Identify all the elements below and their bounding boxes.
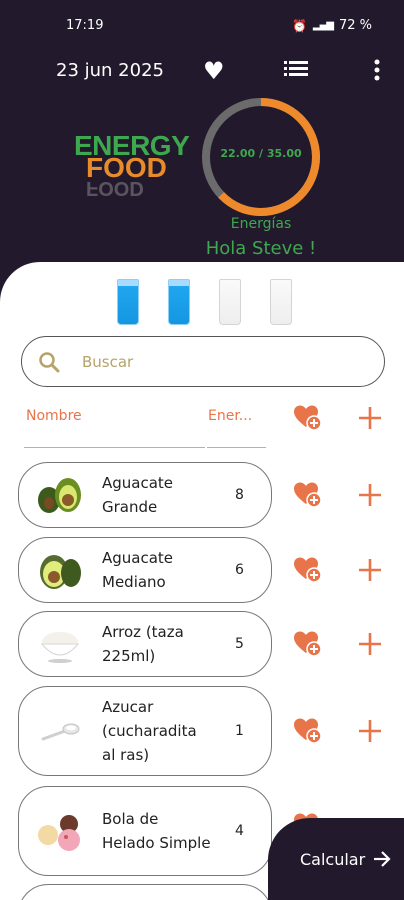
avocado-icon xyxy=(38,478,81,513)
column-header-name[interactable]: Nombre xyxy=(26,408,82,424)
status-time: 17:19 xyxy=(66,18,104,33)
battery-text: 72 % xyxy=(338,18,372,33)
avocado-half-icon xyxy=(40,555,81,589)
favorite-filter-icon[interactable] xyxy=(293,403,323,433)
food-name: Azucar (cucharadita al ras) xyxy=(102,698,197,764)
search-input[interactable]: Buscar xyxy=(21,336,385,387)
arrow-right-icon xyxy=(374,851,391,867)
add-favorite-icon[interactable] xyxy=(293,629,323,659)
food-energy: 8 xyxy=(235,487,244,503)
alarm-icon: ⏰ xyxy=(291,18,307,33)
logo-reflection: FOOD xyxy=(86,177,144,199)
food-card[interactable]: Aguacate Grande 8 xyxy=(18,462,272,528)
ice-cream-icon xyxy=(38,815,80,851)
food-energy: 4 xyxy=(235,823,244,839)
network-signal-icon: ▂▄▆ xyxy=(312,20,334,31)
food-energy: 6 xyxy=(235,562,244,578)
water-glass-icon[interactable] xyxy=(168,279,190,325)
name-column-underline xyxy=(24,447,205,448)
greeting-text: Hola Steve ! xyxy=(205,238,317,259)
column-header-energy[interactable]: Ener... xyxy=(208,408,252,424)
add-favorite-icon[interactable] xyxy=(293,480,323,510)
food-name: Aguacate Grande xyxy=(102,474,174,516)
food-card[interactable]: Azucar (cucharadita al ras) 1 xyxy=(18,686,272,776)
sugar-spoon-icon xyxy=(41,723,80,741)
food-card[interactable]: Aguacate Mediano 6 xyxy=(18,537,272,603)
calculate-button[interactable]: Calcular xyxy=(268,818,404,900)
water-glass-icon[interactable] xyxy=(270,279,292,325)
water-glass-icon[interactable] xyxy=(219,279,241,325)
energy-column-underline xyxy=(207,447,266,448)
food-card[interactable]: Arroz (taza 225ml) 5 xyxy=(18,611,272,677)
add-to-meal-icon[interactable] xyxy=(357,631,383,657)
status-bar: 17:19 ⏰ ▂▄▆ 72 % xyxy=(0,0,404,52)
favorites-heart-icon[interactable]: ♥ xyxy=(203,57,225,85)
food-energy: 1 xyxy=(235,723,244,739)
more-options-icon[interactable] xyxy=(372,58,382,86)
energias-label: Energías xyxy=(230,216,292,232)
energy-food-logo: ENERGY FOOD FOOD xyxy=(74,132,199,200)
food-name: Arroz (taza 225ml) xyxy=(102,623,184,665)
list-icon[interactable] xyxy=(284,58,308,84)
status-icons: ⏰ ▂▄▆ 72 % xyxy=(292,18,372,33)
water-glass-icon[interactable] xyxy=(117,279,139,325)
food-energy: 5 xyxy=(235,636,244,652)
food-name: Bola de Helado Simple xyxy=(102,810,211,852)
search-placeholder: Buscar xyxy=(82,352,134,371)
food-card[interactable] xyxy=(18,884,272,900)
calculate-label: Calcular xyxy=(300,850,366,869)
add-food-icon[interactable] xyxy=(357,405,383,431)
add-favorite-icon[interactable] xyxy=(293,555,323,585)
top-bar: 23 jun 2025 ♥ xyxy=(0,52,404,92)
add-to-meal-icon[interactable] xyxy=(357,718,383,744)
date-label[interactable]: 23 jun 2025 xyxy=(56,60,164,81)
food-name: Aguacate Mediano xyxy=(102,549,174,591)
rice-bowl-icon xyxy=(40,632,80,663)
add-to-meal-icon[interactable] xyxy=(357,557,383,583)
add-to-meal-icon[interactable] xyxy=(357,482,383,508)
add-favorite-icon[interactable] xyxy=(293,716,323,746)
energy-progress-text: 22.00 / 35.00 xyxy=(220,147,302,160)
search-icon xyxy=(39,351,60,372)
food-card[interactable]: Bola de Helado Simple 4 xyxy=(18,786,272,876)
